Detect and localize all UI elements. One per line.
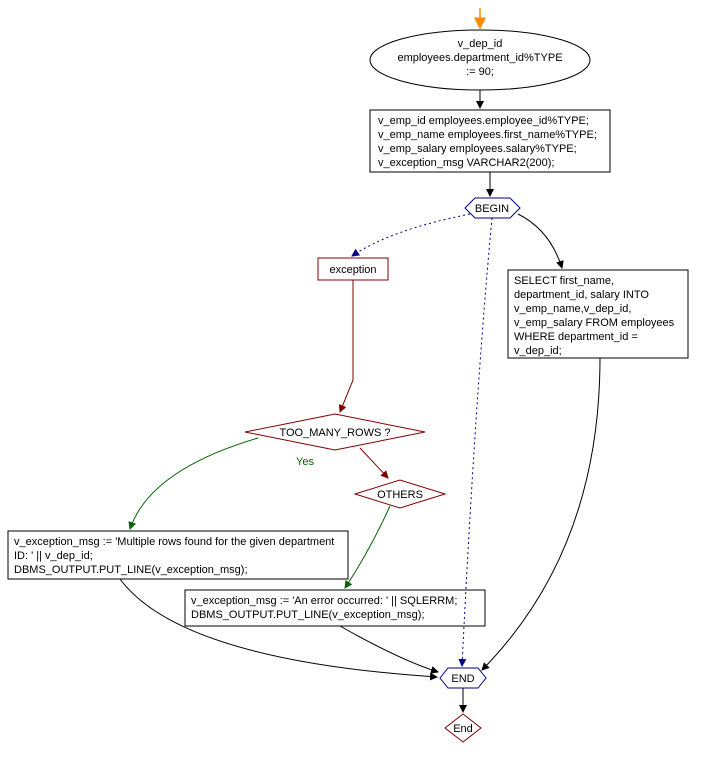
too-many-rows-label: TOO_MANY_ROWS ? — [279, 427, 390, 439]
terminal-label: End — [453, 723, 473, 735]
select-line1: SELECT first_name, — [514, 275, 614, 287]
edge-exception-toomany — [340, 280, 353, 412]
select-line2: department_id, salary INTO — [514, 289, 649, 301]
edge-msg2-end — [340, 626, 438, 672]
select-line5: WHERE department_id = — [514, 331, 638, 343]
edge-select-end — [482, 358, 600, 670]
edge-msg1-end — [120, 579, 437, 677]
declare2-line3: v_emp_salary employees.salary%TYPE; — [378, 143, 577, 155]
yes-label: Yes — [296, 456, 314, 468]
declare2-line1: v_emp_id employees.employee_id%TYPE; — [378, 115, 589, 127]
edge-begin-exception — [352, 214, 470, 256]
msg1-line2: ID: ' || v_dep_id; — [14, 550, 93, 562]
edge-toomany-others — [360, 448, 388, 478]
declare1-line3: := 90; — [466, 66, 494, 78]
select-line3: v_emp_name,v_dep_id, — [514, 303, 631, 315]
others-label: OTHERS — [377, 489, 423, 501]
select-line6: v_dep_id; — [514, 345, 562, 357]
msg1-line3: DBMS_OUTPUT.PUT_LINE(v_exception_msg); — [14, 564, 248, 576]
edge-others-msg2 — [345, 506, 390, 588]
flowchart-diagram: v_dep_id employees.department_id%TYPE :=… — [0, 0, 714, 758]
begin-label: BEGIN — [475, 203, 509, 215]
msg2-line2: DBMS_OUTPUT.PUT_LINE(v_exception_msg); — [191, 609, 425, 621]
msg1-line1: v_exception_msg := 'Multiple rows found … — [14, 536, 334, 548]
declare2-line4: v_exception_msg VARCHAR2(200); — [378, 157, 554, 169]
msg2-line1: v_exception_msg := 'An error occurred: '… — [191, 595, 457, 607]
declare2-line2: v_emp_name employees.first_name%TYPE; — [378, 129, 597, 141]
edge-begin-end — [462, 218, 492, 666]
declare1-line1: v_dep_id — [458, 38, 503, 50]
select-line4: v_emp_salary FROM employees — [514, 317, 675, 329]
edge-toomany-msg1 — [130, 438, 258, 529]
exception-label: exception — [329, 264, 376, 276]
edge-begin-select — [518, 214, 562, 268]
declare1-line2: employees.department_id%TYPE — [397, 52, 562, 64]
end-label: END — [451, 673, 474, 685]
